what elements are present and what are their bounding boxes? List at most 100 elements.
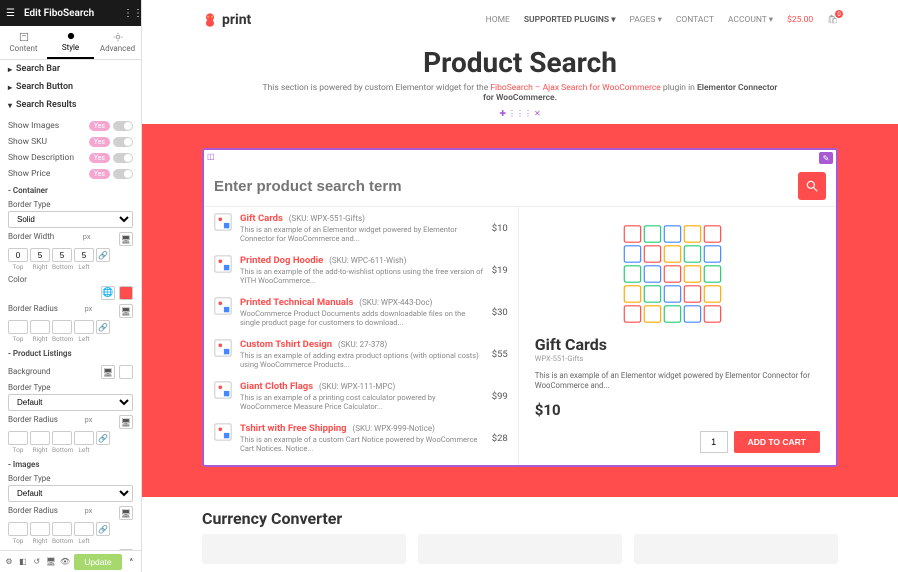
settings-icon[interactable]: ⚙	[4, 555, 14, 569]
currency-converter-cards	[142, 528, 898, 570]
result-description: This is an example of an Elementor widge…	[240, 225, 484, 243]
result-title: Custom Tshirt Design	[240, 339, 332, 350]
result-description: WooCommerce Product Documents adds downl…	[240, 309, 484, 327]
sidebar-scroll[interactable]: ▸Search Bar ▸Search Button ▾Search Resul…	[0, 60, 141, 550]
desktop-icon[interactable]: 🖥	[119, 415, 133, 429]
globe-icon[interactable]: 🌐	[101, 286, 115, 300]
cc-card[interactable]	[202, 534, 406, 564]
page-subtitle: This section is powered by custom Elemen…	[142, 83, 898, 103]
listings-border-type-select[interactable]: Default	[8, 394, 133, 411]
ibr-right[interactable]	[30, 522, 50, 536]
result-description: This is an example of a custom Cart Noti…	[240, 435, 484, 453]
result-description: This is an example of a printing cost ca…	[240, 393, 484, 411]
search-button[interactable]	[798, 172, 826, 200]
sidebar-footer: ⚙ ◧ ↺ 🖥 👁 Update ^	[0, 550, 141, 572]
result-thumbnail	[214, 381, 232, 399]
bw-right[interactable]	[30, 248, 50, 262]
add-to-cart-button[interactable]: ADD TO CART	[734, 431, 820, 453]
update-button[interactable]: Update	[74, 554, 121, 570]
logo-icon	[202, 12, 218, 28]
border-type-select[interactable]: Solid	[8, 211, 133, 228]
responsive-icon[interactable]: 🖥	[46, 555, 56, 569]
apps-icon[interactable]: ⋮⋮⋮	[123, 8, 135, 19]
br-left[interactable]	[74, 320, 94, 334]
result-item[interactable]: Giant Cloth Flags (SKU: WPX-111-MPC) Thi…	[204, 375, 518, 417]
result-description: This is an example of the add-to-wishlis…	[240, 267, 484, 285]
ibr-top[interactable]	[8, 522, 28, 536]
search-icon	[805, 179, 819, 193]
result-sku: (SKU: WPC-611-Wish)	[329, 256, 406, 265]
lbr-top[interactable]	[8, 431, 28, 445]
desktop-icon[interactable]: 🖥	[119, 232, 133, 246]
field-border-width: Border Widthpx🖥 🔗 TopRightBottomLeft	[8, 230, 133, 273]
detail-sku: WPX-551-Gifts	[535, 354, 820, 363]
navigator-icon[interactable]: ◧	[18, 555, 28, 569]
widget-edit-icon[interactable]: ✎	[819, 152, 833, 164]
preview-canvas[interactable]: print HOME SUPPORTED PLUGINS ▾ PAGES ▾ C…	[142, 0, 898, 572]
tab-style[interactable]: Style	[47, 26, 94, 59]
site-logo[interactable]: print	[202, 12, 251, 28]
quantity-input[interactable]	[700, 431, 728, 453]
preview-icon[interactable]: 👁	[60, 555, 70, 569]
color-swatch[interactable]	[119, 365, 133, 379]
lbr-right[interactable]	[30, 431, 50, 445]
tab-content[interactable]: Content	[0, 26, 47, 59]
link-icon[interactable]: 🔗	[96, 431, 110, 445]
history-icon[interactable]: ↺	[32, 555, 42, 569]
site-header: print HOME SUPPORTED PLUGINS ▾ PAGES ▾ C…	[142, 0, 898, 40]
ibr-left[interactable]	[74, 522, 94, 536]
section-search-bar[interactable]: ▸Search Bar	[0, 60, 141, 78]
images-border-type-select[interactable]: Default	[8, 485, 133, 502]
update-caret[interactable]: ^	[126, 554, 137, 570]
search-input-row	[204, 166, 836, 207]
ibr-bottom[interactable]	[52, 522, 72, 536]
nav-supported-plugins[interactable]: SUPPORTED PLUGINS ▾	[524, 15, 616, 25]
cart-icon[interactable]: 🛍0	[827, 15, 838, 25]
lbr-left[interactable]	[74, 431, 94, 445]
result-item[interactable]: Gift Cards (SKU: WPX-551-Gifts) This is …	[204, 207, 518, 249]
result-item[interactable]: Printed Technical Manuals (SKU: WPX-443-…	[204, 291, 518, 333]
nav-home[interactable]: HOME	[486, 15, 510, 25]
result-item[interactable]: Custom Tshirt Design (SKU: 27-378) This …	[204, 333, 518, 375]
bw-left[interactable]	[74, 248, 94, 262]
widget-drag-icon[interactable]: ◫	[207, 152, 215, 164]
cc-card[interactable]	[418, 534, 622, 564]
desktop-icon[interactable]: 🖥	[101, 365, 115, 379]
tab-advanced[interactable]: Advanced	[94, 26, 141, 59]
nav-pages[interactable]: PAGES ▾	[630, 15, 662, 25]
lbr-bottom[interactable]	[52, 431, 72, 445]
br-top[interactable]	[8, 320, 28, 334]
section-handles[interactable]: ✚ ⋮⋮⋮ ✕	[142, 109, 898, 118]
result-price: $10	[492, 223, 508, 234]
br-bottom[interactable]	[52, 320, 72, 334]
desktop-icon[interactable]: 🖥	[119, 304, 133, 318]
search-input[interactable]	[214, 178, 798, 195]
link-icon[interactable]: 🔗	[96, 522, 110, 536]
desktop-icon[interactable]: 🖥	[119, 506, 133, 520]
bw-top[interactable]	[8, 248, 28, 262]
toggle-switch[interactable]	[113, 169, 133, 179]
sidebar-header: ☰ Edit FiboSearch ⋮⋮⋮	[0, 0, 141, 26]
toggle-switch[interactable]	[113, 137, 133, 147]
link-icon[interactable]: 🔗	[96, 248, 110, 262]
nav-price[interactable]: $25.00	[787, 15, 813, 25]
menu-icon[interactable]: ☰	[6, 8, 18, 19]
toggle-switch[interactable]	[113, 121, 133, 131]
bw-bottom[interactable]	[52, 248, 72, 262]
search-results-body: Show Images Yes Show SKU Yes Show Descri…	[0, 114, 141, 550]
link-icon[interactable]: 🔗	[96, 320, 110, 334]
nav-contact[interactable]: CONTACT	[676, 15, 714, 25]
color-swatch[interactable]	[119, 286, 133, 300]
result-thumbnail	[214, 255, 232, 273]
result-thumbnail	[214, 213, 232, 231]
br-right[interactable]	[30, 320, 50, 334]
nav-account[interactable]: ACCOUNT ▾	[728, 15, 773, 25]
cc-card[interactable]	[634, 534, 838, 564]
toggle-switch[interactable]	[113, 153, 133, 163]
section-search-results[interactable]: ▾Search Results	[0, 96, 141, 114]
sidebar-tabs: Content Style Advanced	[0, 26, 141, 60]
section-search-button[interactable]: ▸Search Button	[0, 78, 141, 96]
result-item[interactable]: Printed Dog Hoodie (SKU: WPC-611-Wish) T…	[204, 249, 518, 291]
field-border-radius: Border Radiuspx🖥 🔗 TopRightBottomLeft	[8, 302, 133, 345]
result-item[interactable]: Tshirt with Free Shipping (SKU: WPX-999-…	[204, 417, 518, 459]
